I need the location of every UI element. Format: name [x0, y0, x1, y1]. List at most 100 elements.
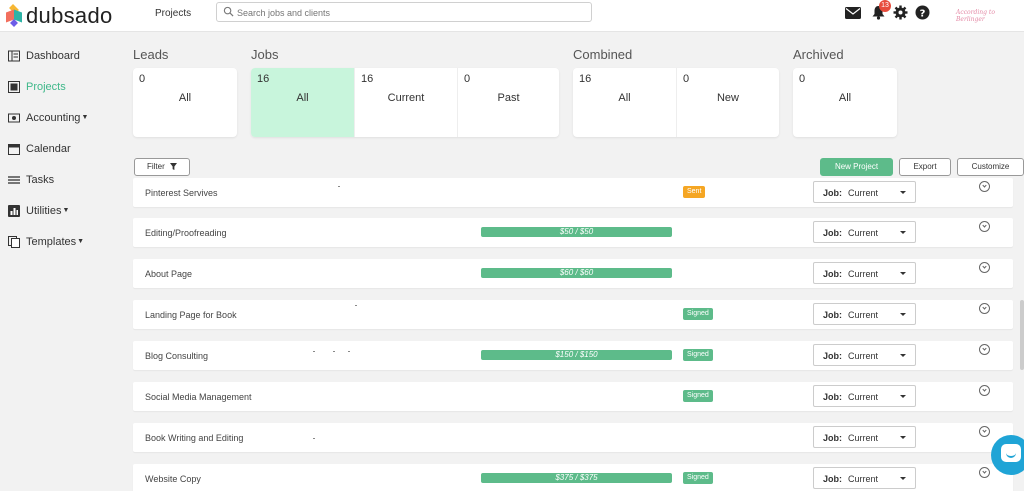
sidebar-item-tasks[interactable]: Tasks [0, 164, 125, 195]
sidebar-item-templates[interactable]: Templates ▼ [0, 226, 125, 257]
leads-all-filter[interactable]: 0 All [133, 68, 237, 137]
project-name[interactable]: Pinterest Servives [145, 188, 218, 198]
table-row[interactable]: Editing/Proofreading $50 / $50 Job: Curre… [133, 218, 1013, 247]
list-icon [8, 175, 20, 184]
table-row[interactable]: Website Copy $375 / $375 Signed Job: Curr… [133, 464, 1013, 491]
table-row[interactable]: Pinterest Servives Sent Job: Current [133, 178, 1013, 207]
label: All [296, 92, 309, 104]
table-row[interactable]: Book Writing and Editing Job: Current [133, 423, 1013, 452]
top-bar: dubsado Projects 13 ? According to Berli… [0, 0, 1024, 32]
expand-chevron-icon[interactable] [979, 221, 990, 232]
combined-all-filter[interactable]: 16 All [573, 68, 676, 137]
label: All [178, 92, 192, 104]
dropdown-arrow-icon [900, 395, 906, 398]
projects-icon [8, 80, 20, 93]
jobs-past-filter[interactable]: 0 Past [457, 68, 559, 137]
sidebar-item-projects[interactable]: Projects [0, 71, 125, 102]
job-select-key: Job: [823, 188, 842, 198]
export-button[interactable]: Export [899, 158, 951, 176]
leads-card: 0 All [133, 68, 237, 137]
job-status-select[interactable]: Job: Current [813, 221, 916, 243]
dashboard-icon [8, 50, 20, 61]
label: Past [497, 92, 520, 104]
expand-chevron-icon[interactable] [979, 181, 990, 192]
label: New [716, 92, 739, 104]
jobs-all-filter[interactable]: 16 All [251, 68, 354, 137]
faint-mark [333, 351, 335, 352]
filter-label: Filter [146, 162, 165, 171]
project-name[interactable]: About Page [145, 269, 192, 279]
filter-button[interactable]: Filter [134, 158, 190, 176]
help-icon[interactable]: ? [915, 5, 930, 20]
combined-new-filter[interactable]: 0 New [676, 68, 779, 137]
status-badge: Signed [683, 349, 713, 361]
sidebar-item-dashboard[interactable]: Dashboard [0, 40, 125, 71]
expand-chevron-icon[interactable] [979, 303, 990, 314]
customize-button[interactable]: Customize [957, 158, 1024, 176]
search-input[interactable] [237, 5, 587, 20]
job-status-select[interactable]: Job: Current [813, 385, 916, 407]
project-name[interactable]: Social Media Management [145, 392, 252, 402]
logo-mark-icon [6, 4, 22, 27]
expand-chevron-icon[interactable] [979, 262, 990, 273]
table-row[interactable]: Landing Page for Book Signed Job: Current [133, 300, 1013, 329]
nav-projects-link[interactable]: Projects [155, 8, 191, 19]
job-status-select[interactable]: Job: Current [813, 344, 916, 366]
sidebar-item-calendar[interactable]: Calendar [0, 133, 125, 164]
job-select-key: Job: [823, 392, 842, 402]
job-status-select[interactable]: Job: Current [813, 467, 916, 489]
gear-icon[interactable] [893, 5, 908, 20]
archived-all-filter[interactable]: 0 All [793, 68, 897, 137]
expand-chevron-icon[interactable] [979, 344, 990, 355]
mail-icon[interactable] [845, 7, 861, 19]
caret-down-icon: ▼ [62, 207, 70, 214]
account-signature[interactable]: According to Berlinger [956, 9, 1024, 23]
svg-text:?: ? [920, 8, 926, 19]
sidebar-item-label: Projects [26, 80, 66, 93]
faint-mark [355, 305, 357, 306]
job-status-select[interactable]: Job: Current [813, 303, 916, 325]
job-status-select[interactable]: Job: Current [813, 426, 916, 448]
dropdown-arrow-icon [900, 272, 906, 275]
scrollbar[interactable] [1020, 300, 1024, 370]
job-select-key: Job: [823, 269, 842, 279]
job-select-value: Current [848, 188, 879, 198]
job-select-value: Current [848, 351, 879, 361]
faint-mark [313, 351, 315, 352]
dropdown-arrow-icon [900, 436, 906, 439]
archived-heading: Archived [793, 47, 844, 62]
job-status-select[interactable]: Job: Current [813, 181, 916, 203]
count: 0 [139, 73, 146, 85]
expand-chevron-icon[interactable] [979, 426, 990, 437]
table-row[interactable]: Social Media Management Signed Job: Curre… [133, 382, 1013, 411]
expand-chevron-icon[interactable] [979, 385, 990, 396]
jobs-card: 16 All 16 Current 0 Past [251, 68, 559, 137]
label: Current [387, 92, 425, 104]
notification-badge: 13 [879, 0, 891, 12]
job-status-select[interactable]: Job: Current [813, 262, 916, 284]
project-name[interactable]: Book Writing and Editing [145, 433, 243, 443]
dubsado-logo[interactable]: dubsado [6, 3, 113, 29]
project-name[interactable]: Blog Consulting [145, 351, 208, 361]
count: 16 [579, 73, 592, 85]
chat-icon [1001, 444, 1021, 462]
chat-launcher-button[interactable] [991, 435, 1024, 475]
faint-mark [338, 186, 340, 187]
caret-down-icon: ▼ [77, 238, 85, 245]
sidebar-item-accounting[interactable]: Accounting ▼ [0, 102, 125, 133]
project-name[interactable]: Editing/Proofreading [145, 228, 227, 238]
project-name[interactable]: Landing Page for Book [145, 310, 237, 320]
dropdown-arrow-icon [900, 354, 906, 357]
sidebar-item-utilities[interactable]: Utilities ▼ [0, 195, 125, 226]
job-select-value: Current [848, 433, 879, 443]
sidebar-item-label: Templates [26, 235, 77, 248]
table-row[interactable]: About Page $60 / $60 Job: Current [133, 259, 1013, 288]
expand-chevron-icon[interactable] [979, 467, 990, 478]
search-box[interactable] [216, 2, 592, 22]
project-name[interactable]: Website Copy [145, 474, 201, 484]
status-badge: Sent [683, 186, 706, 198]
new-project-button[interactable]: New Project [820, 158, 893, 176]
table-row[interactable]: Blog Consulting $150 / $150 Signed Job: C… [133, 341, 1013, 370]
jobs-current-filter[interactable]: 16 Current [354, 68, 457, 137]
combined-heading: Combined [573, 47, 633, 62]
